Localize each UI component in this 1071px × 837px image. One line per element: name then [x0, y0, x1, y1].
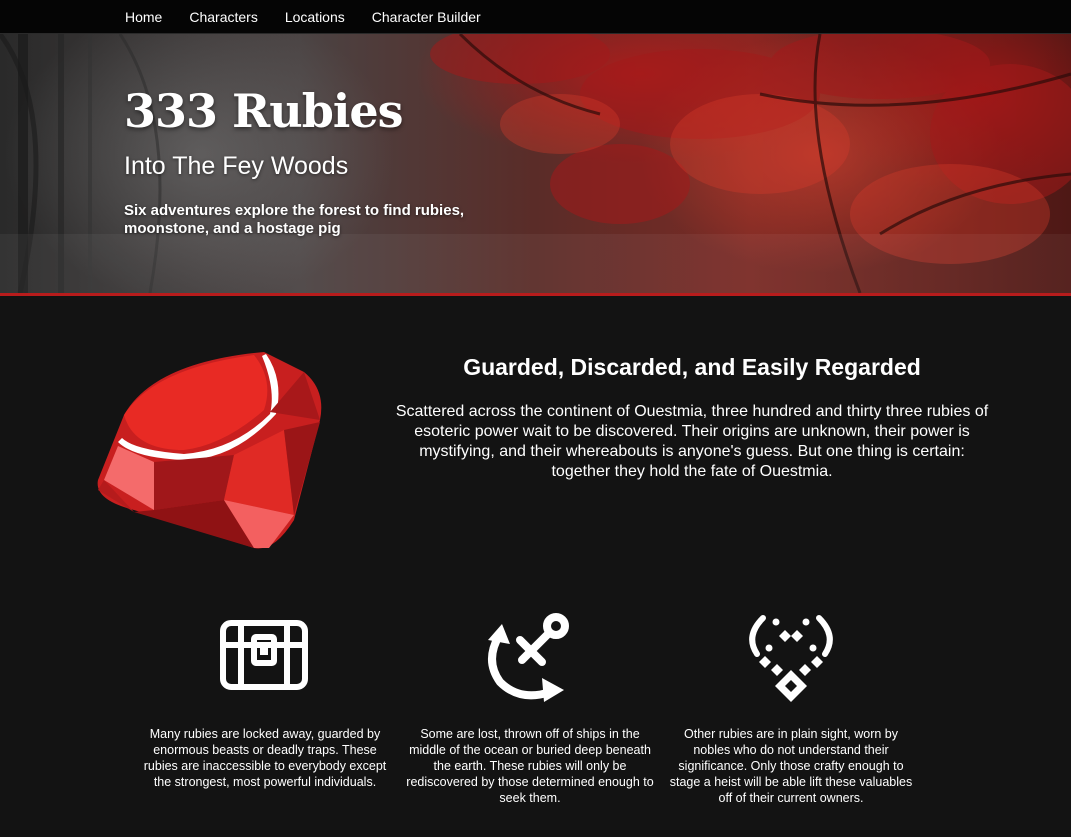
nav-characters-link[interactable]: Characters: [189, 9, 257, 25]
necklace-icon: [749, 615, 833, 702]
hero-tagline: Six adventures explore the forest to fin…: [124, 202, 465, 237]
section-heading: Guarded, Discarded, and Easily Regarded: [463, 354, 921, 380]
top-navbar: Home Characters Locations Character Buil…: [0, 0, 1071, 34]
section-body: Scattered across the continent of Ouestm…: [395, 403, 989, 480]
nav-locations-link[interactable]: Locations: [285, 9, 345, 25]
anchor-icon: [488, 613, 569, 702]
feature-card-guarded: Many rubies are locked away, guarded by …: [140, 610, 390, 789]
page-subtitle: Into The Fey Woods: [124, 152, 349, 180]
nav-character-builder-link[interactable]: Character Builder: [372, 9, 481, 25]
feature-text-guarded: Many rubies are locked away, guarded by …: [143, 727, 387, 789]
page-title: 333 Rubies: [124, 84, 404, 138]
treasure-chest-icon: [220, 620, 308, 690]
hero-banner: 333 Rubies Into The Fey Woods Six advent…: [0, 34, 1071, 293]
feature-text-plain-sight: Other rubies are in plain sight, worn by…: [669, 727, 913, 805]
hero-accent-border: [0, 293, 1071, 296]
feature-text-lost: Some are lost, thrown off of ships in th…: [406, 727, 654, 805]
ruby-gem-icon: [97, 352, 322, 549]
feature-card-plain-sight: Other rubies are in plain sight, worn by…: [666, 610, 916, 805]
feature-card-lost: Some are lost, thrown off of ships in th…: [405, 610, 655, 805]
nav-home-link[interactable]: Home: [125, 9, 162, 25]
nav-links: Home Characters Locations Character Buil…: [125, 0, 508, 34]
